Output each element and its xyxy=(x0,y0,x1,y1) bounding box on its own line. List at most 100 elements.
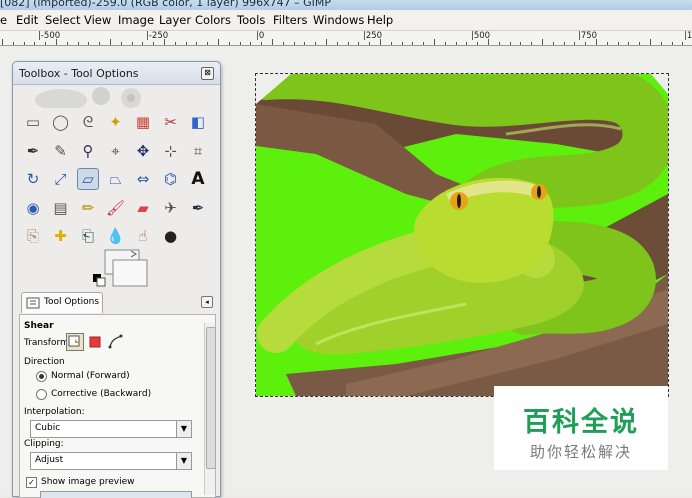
dodge-burn-tool-icon[interactable]: ● xyxy=(160,225,182,247)
bucket-fill-tool-icon[interactable]: ◉ xyxy=(22,197,44,219)
shear-tool-icon[interactable]: ▱ xyxy=(77,168,99,190)
rect-select-tool-icon[interactable]: ▭ xyxy=(22,111,44,133)
align-tool-icon[interactable]: ⊹ xyxy=(160,140,182,162)
menu-view[interactable]: View xyxy=(84,13,111,27)
tab-tool-options[interactable]: Tool Options xyxy=(21,292,103,313)
crop-tool-icon[interactable]: ⌗ xyxy=(187,140,209,162)
clone-tool-icon[interactable]: ⎘ xyxy=(22,225,44,247)
options-scrollbar-thumb[interactable] xyxy=(206,327,216,469)
ruler-tick xyxy=(293,42,295,45)
direction-corrective-label: Corrective (Backward) xyxy=(51,389,152,399)
transform-layer-icon[interactable] xyxy=(66,333,84,351)
select-by-color-tool-icon[interactable]: ▦ xyxy=(132,111,154,133)
smudge-tool-icon[interactable]: ☝ xyxy=(132,225,154,247)
menu-file[interactable]: e xyxy=(0,13,7,27)
scale-tool-icon[interactable]: ⤢ xyxy=(50,168,72,190)
interpolation-select[interactable]: Cubic ▼ xyxy=(30,420,192,438)
options-scrollbar[interactable] xyxy=(204,323,216,495)
ruler-tick xyxy=(390,42,392,45)
smudge-glyph: ☝ xyxy=(138,227,148,245)
menu-edit[interactable]: Edit xyxy=(16,13,38,27)
close-icon[interactable]: ⊠ xyxy=(201,67,214,80)
perspective-tool-icon[interactable]: ⏢ xyxy=(105,168,127,190)
crop-glyph: ⌗ xyxy=(193,141,203,160)
menu-select[interactable]: Select xyxy=(45,13,80,27)
ruler-tick xyxy=(585,42,587,45)
transform-path-icon[interactable] xyxy=(108,334,124,350)
ruler-tick xyxy=(347,42,349,45)
clipping-select[interactable]: Adjust ▼ xyxy=(30,452,192,470)
menu-help[interactable]: Help xyxy=(367,13,393,27)
zoom-tool-icon[interactable]: ⚲ xyxy=(77,140,99,162)
ruler-label: |750 xyxy=(578,31,598,41)
rotate-tool-icon[interactable]: ↻ xyxy=(22,168,44,190)
blur-sharpen-tool-icon[interactable]: 💧 xyxy=(105,225,127,247)
horizontal-ruler[interactable]: |-500 |-250 |0 |250 |500 |750 |1000 xyxy=(0,31,692,46)
ruler-tick xyxy=(671,42,673,45)
ruler-tick xyxy=(282,42,284,45)
menu-windows[interactable]: Windows xyxy=(313,13,364,27)
cage-transform-glyph: ⌬ xyxy=(163,170,178,188)
scissors-select-tool-icon[interactable]: ✂ xyxy=(160,111,182,133)
paintbrush-tool-icon[interactable]: 🖌 xyxy=(105,197,127,219)
perspective-clone-tool-icon[interactable]: ⎗ xyxy=(77,225,99,247)
shear-glyph: ▱ xyxy=(82,170,94,188)
toolbox-header[interactable]: Toolbox - Tool Options ⊠ xyxy=(13,62,220,85)
ruler-tick xyxy=(110,39,111,45)
chevron-down-icon[interactable]: ▼ xyxy=(176,453,191,469)
paths-tool-icon[interactable]: ✒ xyxy=(22,140,44,162)
menu-filters[interactable]: Filters xyxy=(273,13,307,27)
fg-bg-color-swatch[interactable] xyxy=(91,248,149,288)
ruler-tick xyxy=(218,39,219,45)
direction-corrective-radio[interactable] xyxy=(36,389,47,400)
heal-tool-icon[interactable]: ✚ xyxy=(50,225,72,247)
blend-tool-icon[interactable]: ▤ xyxy=(50,197,72,219)
flip-tool-icon[interactable]: ⇔ xyxy=(132,168,154,190)
direction-normal-radio[interactable] xyxy=(36,371,47,382)
move-glyph: ✥ xyxy=(136,141,150,160)
menu-colors[interactable]: Colors xyxy=(195,13,231,27)
transform-label: Transform: xyxy=(24,338,72,348)
menu-image[interactable]: Image xyxy=(118,13,154,27)
foreground-select-glyph: ◧ xyxy=(190,113,206,131)
ruler-tick xyxy=(574,42,576,45)
airbrush-glyph: ✈ xyxy=(164,198,177,217)
transform-selection-icon[interactable] xyxy=(88,335,102,349)
ruler-tick xyxy=(131,42,133,45)
foreground-select-tool-icon[interactable]: ◧ xyxy=(187,111,209,133)
show-preview-checkbox[interactable]: ✓ xyxy=(26,477,37,488)
move-tool-icon[interactable]: ✥ xyxy=(132,140,154,162)
color-picker-tool-icon[interactable]: ✎ xyxy=(50,140,72,162)
menu-layer[interactable]: Layer xyxy=(159,13,191,27)
scissors-select-glyph: ✂ xyxy=(164,113,177,131)
show-preview-label: Show image preview xyxy=(41,477,135,487)
window-titlebar: [082] (imported)-259.0 (RGB color, 1 lay… xyxy=(0,0,692,10)
image-canvas[interactable] xyxy=(240,47,675,397)
ruler-tick xyxy=(34,42,36,45)
chevron-down-icon[interactable]: ▼ xyxy=(176,421,191,437)
cage-transform-tool-icon[interactable]: ⌬ xyxy=(160,168,182,190)
text-tool-icon[interactable]: A xyxy=(187,168,209,190)
tool-options-icon xyxy=(26,297,40,309)
free-select-tool-icon[interactable]: ᘓ xyxy=(77,111,99,133)
fuzzy-select-tool-icon[interactable]: ✦ xyxy=(105,111,127,133)
eraser-tool-icon[interactable]: ▰ xyxy=(132,197,154,219)
airbrush-tool-icon[interactable]: ✈ xyxy=(160,197,182,219)
toolbox-title: Toolbox - Tool Options xyxy=(19,67,139,80)
zoom-glyph: ⚲ xyxy=(82,141,94,160)
ruler-tick xyxy=(520,42,522,45)
wilber-logo-icon xyxy=(35,87,141,108)
ruler-tick xyxy=(606,42,608,45)
ruler-tick xyxy=(56,39,57,45)
tool-options-tabstrip: Tool Options ◂ xyxy=(17,290,215,314)
paths-glyph: ✒ xyxy=(26,141,40,160)
pencil-tool-icon[interactable]: ✏ xyxy=(77,197,99,219)
window-title: [082] (imported)-259.0 (RGB color, 1 lay… xyxy=(0,0,332,9)
measure-tool-icon[interactable]: ⌖ xyxy=(105,140,127,162)
measure-glyph: ⌖ xyxy=(111,141,120,160)
menu-tools[interactable]: Tools xyxy=(237,13,265,27)
ellipse-select-tool-icon[interactable]: ◯ xyxy=(50,111,72,133)
ink-tool-icon[interactable]: ✒ xyxy=(187,197,209,219)
color-picker-glyph: ✎ xyxy=(54,141,67,160)
tab-menu-icon[interactable]: ◂ xyxy=(201,296,213,308)
